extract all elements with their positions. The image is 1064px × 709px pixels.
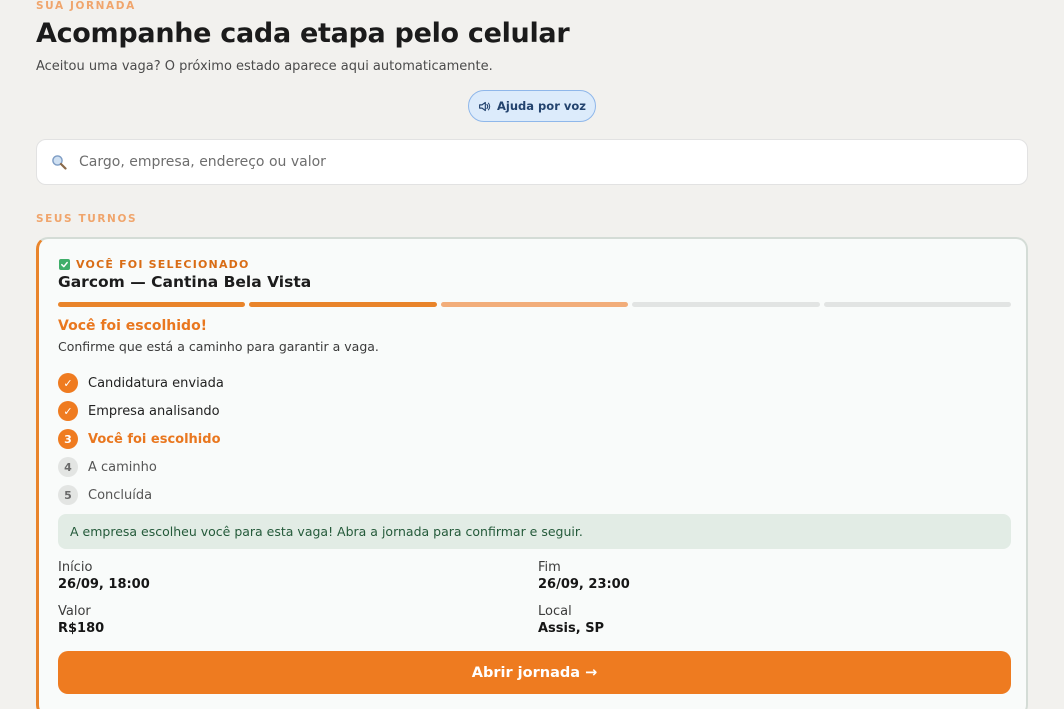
step-badge: 3 (58, 429, 78, 449)
step-label: Você foi escolhido (88, 431, 221, 447)
progress-segment (249, 302, 437, 307)
search-bar (36, 139, 1028, 185)
end-value: 26/09, 23:00 (538, 577, 630, 592)
step-item: ✓ Empresa analisando (58, 397, 224, 425)
detail-start: Início 26/09, 18:00 (58, 560, 150, 594)
step-item: 3 Você foi escolhido (58, 425, 224, 453)
step-badge: 5 (58, 485, 78, 505)
current-step-title: Você foi escolhido! (58, 318, 208, 334)
step-item: ✓ Candidatura enviada (58, 369, 224, 397)
step-badge: ✓ (58, 373, 78, 393)
step-label: Empresa analisando (88, 403, 220, 419)
step-item: 4 A caminho (58, 453, 224, 481)
voice-help-button[interactable]: Ajuda por voz (468, 90, 596, 122)
step-badge: ✓ (58, 401, 78, 421)
search-input[interactable] (77, 153, 981, 171)
step-item: 5 Concluída (58, 481, 224, 509)
detail-location: Local Assis, SP (538, 604, 604, 638)
step-badge: 4 (58, 457, 78, 477)
current-step-description: Confirme que está a caminho para garanti… (58, 339, 379, 354)
value-label: Valor (58, 604, 91, 619)
value-amount: R$180 (58, 621, 105, 636)
page-subtitle: Aceitou uma vaga? O próximo estado apare… (36, 59, 493, 74)
shift-card: VOCÊ FOI SELECIONADO Garcom — Cantina Be… (36, 237, 1028, 709)
shift-status: VOCÊ FOI SELECIONADO (59, 258, 250, 271)
page: SUA JORNADA Acompanhe cada etapa pelo ce… (0, 0, 1064, 709)
start-value: 26/09, 18:00 (58, 577, 150, 592)
end-label: Fim (538, 560, 561, 575)
shifts-section-label: SEUS TURNOS (36, 213, 138, 225)
selection-notice: A empresa escolheu você para esta vaga! … (58, 514, 1011, 549)
steps-list: ✓ Candidatura enviada ✓ Empresa analisan… (58, 369, 224, 509)
location-label: Local (538, 604, 572, 619)
step-label: Candidatura enviada (88, 375, 224, 391)
location-value: Assis, SP (538, 621, 605, 636)
check-square-icon (59, 259, 70, 270)
voice-help-label: Ajuda por voz (497, 99, 586, 113)
start-label: Início (58, 560, 93, 575)
speaker-icon (478, 100, 491, 113)
journey-eyebrow: SUA JORNADA (36, 0, 136, 12)
detail-end: Fim 26/09, 23:00 (538, 560, 630, 594)
progress-segment (58, 302, 246, 307)
open-journey-button[interactable]: Abrir jornada → (58, 651, 1011, 694)
shift-status-text: VOCÊ FOI SELECIONADO (76, 258, 250, 271)
detail-value: Valor R$180 (58, 604, 104, 638)
progress-segment (440, 302, 629, 307)
job-title: Garcom — Cantina Bela Vista (58, 273, 312, 291)
magnifier-icon (49, 152, 69, 172)
step-label: Concluída (88, 487, 153, 503)
page-title: Acompanhe cada etapa pelo celular (36, 18, 570, 49)
progress-bar (58, 302, 1012, 307)
progress-segment (632, 302, 820, 307)
progress-segment (823, 302, 1012, 307)
step-label: A caminho (88, 459, 157, 475)
